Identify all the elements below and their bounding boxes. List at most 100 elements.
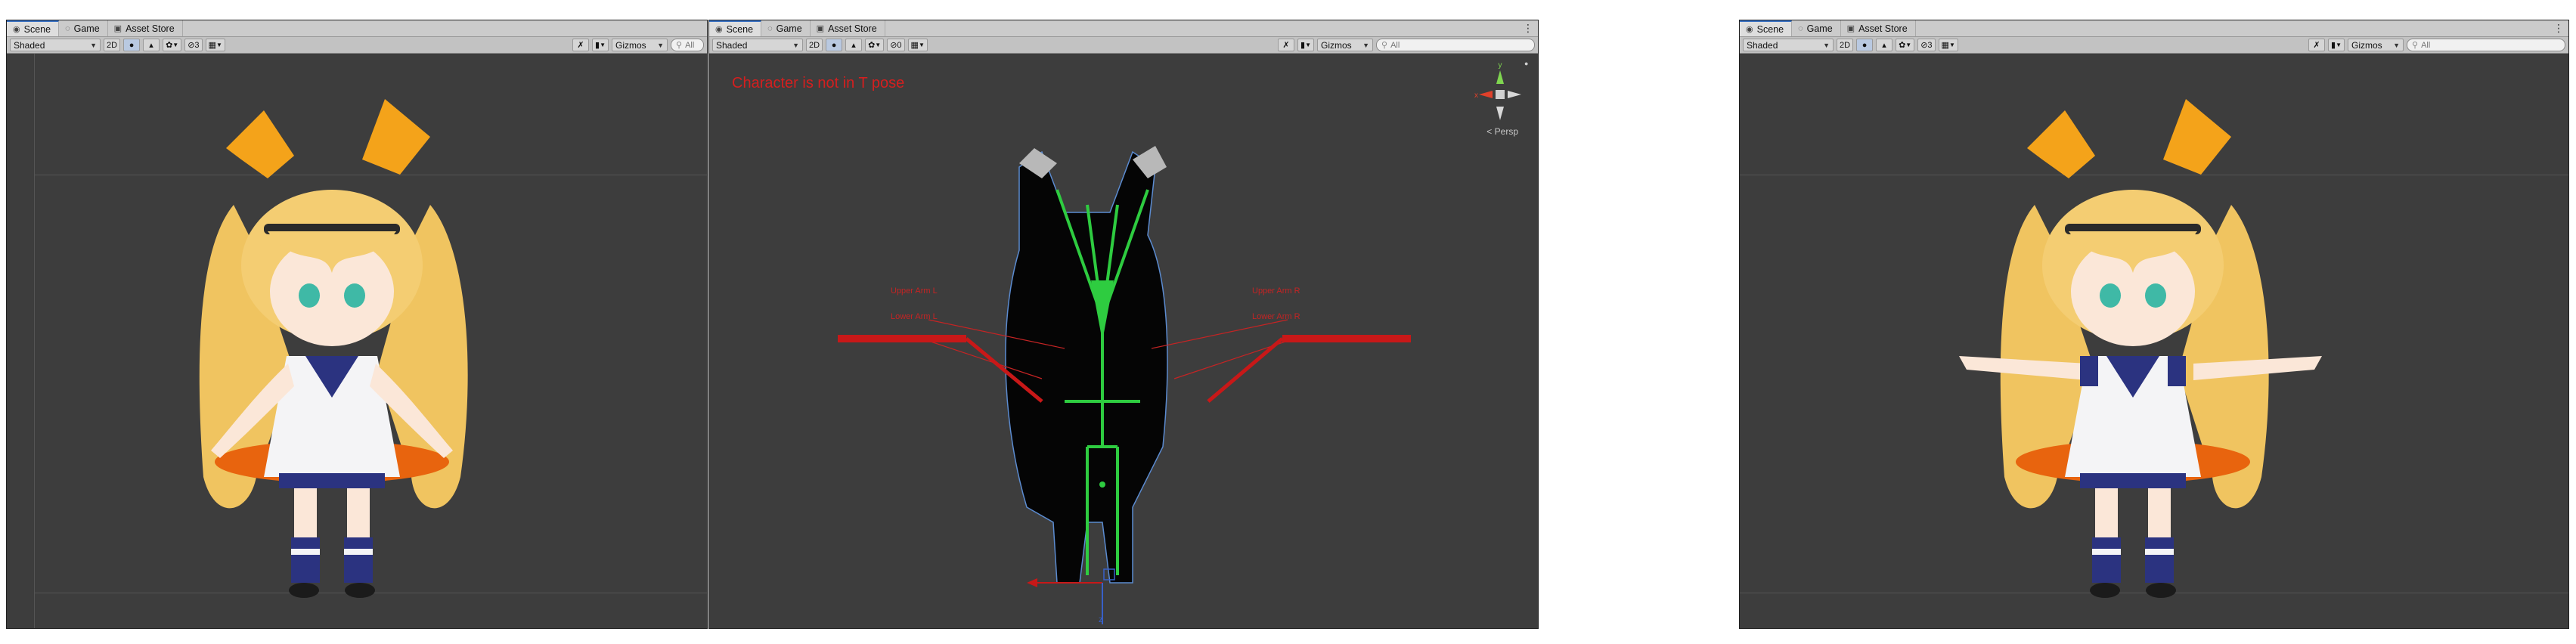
effects-icon: ✿ — [1899, 41, 1906, 50]
tab-label: Game — [1806, 23, 1833, 34]
scene-viewport[interactable]: Character is not in T pose y x ● < Persp… — [709, 54, 1538, 628]
mode-2d-toggle[interactable]: 2D — [1837, 39, 1854, 51]
tools-button[interactable]: ✗ — [2308, 39, 2325, 51]
search-field[interactable]: ⚲ — [2407, 39, 2565, 51]
draw-mode-dropdown[interactable]: Shaded ▼ — [712, 39, 803, 51]
mode-2d-toggle[interactable]: 2D — [104, 39, 121, 51]
store-icon: ▣ — [816, 24, 825, 33]
tab-label: Game — [776, 23, 802, 34]
tab-game[interactable]: ◌ Game — [1792, 20, 1841, 36]
move-x-arrow[interactable] — [1027, 578, 1037, 587]
tab-label: Asset Store — [1858, 23, 1908, 34]
chevron-down-icon: ▼ — [2336, 42, 2342, 48]
speaker-icon: ▴ — [1882, 41, 1886, 50]
gizmos-dropdown[interactable]: Gizmos ▼ — [612, 39, 668, 51]
left-eye — [2100, 283, 2121, 308]
scene-view-right: ◉ Scene ◌ Game ▣ Asset Store ⋮ Shaded ▼ … — [1739, 20, 2569, 629]
effects-dropdown[interactable]: ✿ ▼ — [163, 39, 182, 51]
eye-slash-icon: ⊘ — [890, 41, 897, 50]
draw-mode-dropdown[interactable]: Shaded ▼ — [1743, 39, 1834, 51]
search-field[interactable]: ⚲ — [671, 39, 704, 51]
tab-asset-store[interactable]: ▣ Asset Store — [108, 20, 183, 36]
grid-icon: ▦ — [1941, 41, 1949, 50]
left-arm-bone-highlight — [838, 335, 966, 342]
right-sock — [2145, 537, 2174, 583]
sock-stripe — [2092, 549, 2121, 555]
draw-mode-dropdown[interactable]: Shaded ▼ — [10, 39, 101, 51]
lighting-toggle[interactable]: ● — [1856, 39, 1874, 51]
game-icon: ◌ — [1798, 23, 1803, 33]
grid-toggle[interactable]: ▦ ▼ — [1938, 39, 1958, 51]
audio-toggle[interactable]: ▴ — [1876, 39, 1893, 51]
tab-label: Scene — [726, 23, 754, 35]
right-sock — [344, 537, 373, 583]
scene-viewport[interactable] — [1740, 54, 2568, 628]
tools-button[interactable]: ✗ — [1278, 39, 1294, 51]
search-field[interactable]: ⚲ — [1376, 39, 1535, 51]
sock-stripe — [291, 549, 320, 555]
chevron-down-icon: ▼ — [2393, 41, 2400, 49]
scene-viewport[interactable] — [7, 54, 707, 628]
lighting-toggle[interactable]: ● — [826, 39, 843, 51]
hidden-objects-toggle[interactable]: ⊘ 0 — [887, 39, 905, 51]
gizmos-dropdown[interactable]: Gizmos ▼ — [1317, 39, 1373, 51]
effects-dropdown[interactable]: ✿ ▼ — [1896, 39, 1915, 51]
hidden-objects-toggle[interactable]: ⊘ 3 — [1917, 39, 1936, 51]
tab-label: Asset Store — [126, 23, 175, 34]
tab-scene[interactable]: ◉ Scene — [709, 20, 762, 36]
tools-button[interactable]: ✗ — [572, 39, 589, 51]
audio-toggle[interactable]: ▴ — [845, 39, 863, 51]
right-sleeve-cuff — [2168, 356, 2186, 386]
chevron-down-icon: ▼ — [90, 41, 97, 49]
more-options-icon[interactable]: ⋮ — [2549, 20, 2568, 36]
character-model[interactable] — [7, 54, 708, 629]
effects-dropdown[interactable]: ✿ ▼ — [865, 39, 885, 51]
chevron-down-icon: ▼ — [1823, 41, 1830, 49]
chevron-down-icon: ▼ — [1905, 42, 1912, 48]
chevron-down-icon: ▼ — [792, 41, 799, 49]
tab-label: Scene — [1756, 23, 1784, 35]
lightbulb-icon: ● — [831, 40, 837, 50]
avatar-skeleton-view[interactable]: z — [709, 54, 1539, 629]
camera-dropdown[interactable]: ▮ ▼ — [2328, 39, 2345, 51]
left-sock — [2092, 537, 2121, 583]
tab-scene[interactable]: ◉ Scene — [1740, 20, 1793, 36]
axis-z-label: z — [1099, 615, 1103, 624]
chevron-down-icon: ▼ — [657, 41, 664, 49]
gizmos-label: Gizmos — [615, 39, 646, 51]
grid-toggle[interactable]: ▦ ▼ — [205, 39, 225, 51]
wrench-icon: ✗ — [1282, 41, 1290, 50]
tab-asset-store[interactable]: ▣ Asset Store — [811, 20, 885, 36]
character-model-tpose[interactable] — [1740, 54, 2569, 629]
hidden-count: 0 — [897, 40, 902, 50]
search-input[interactable] — [1390, 40, 1530, 50]
more-options-icon[interactable]: ⋮ — [1518, 20, 1538, 36]
label-leader-line — [1151, 319, 1288, 349]
gizmos-dropdown[interactable]: Gizmos ▼ — [2348, 39, 2404, 51]
left-ribbon — [226, 110, 294, 178]
search-input[interactable] — [2421, 40, 2560, 50]
scene-icon: ◉ — [715, 25, 723, 34]
scene-toolbar: Shaded ▼ 2D ● ▴ ✿ ▼ ⊘ 0 ▦ ▼ ✗ ▮ ▼ Gizmos ▼ ⚲ — [709, 37, 1538, 54]
draw-mode-value: Shaded — [1747, 39, 1778, 51]
left-shoe — [2090, 583, 2120, 598]
mode-2d-toggle[interactable]: 2D — [806, 39, 823, 51]
right-forearm-bone — [1207, 337, 1284, 403]
camera-dropdown[interactable]: ▮ ▼ — [1297, 39, 1314, 51]
camera-dropdown[interactable]: ▮ ▼ — [592, 39, 609, 51]
tab-scene[interactable]: ◉ Scene — [7, 20, 60, 36]
tab-game[interactable]: ◌ Game — [761, 20, 811, 36]
window-tab-bar: ◉ Scene ◌ Game ▣ Asset Store — [7, 20, 707, 37]
lighting-toggle[interactable]: ● — [123, 39, 141, 51]
right-shoe — [2146, 583, 2176, 598]
grid-toggle[interactable]: ▦ ▼ — [907, 39, 928, 51]
effects-icon: ✿ — [868, 41, 876, 50]
tab-asset-store[interactable]: ▣ Asset Store — [1841, 20, 1916, 36]
draw-mode-value: Shaded — [716, 39, 748, 51]
audio-toggle[interactable]: ▴ — [143, 39, 160, 51]
left-ribbon — [2027, 110, 2095, 178]
search-input[interactable] — [685, 40, 699, 50]
hidden-objects-toggle[interactable]: ⊘ 3 — [184, 39, 203, 51]
tab-game[interactable]: ◌ Game — [59, 20, 108, 36]
skirt-band — [279, 473, 385, 488]
